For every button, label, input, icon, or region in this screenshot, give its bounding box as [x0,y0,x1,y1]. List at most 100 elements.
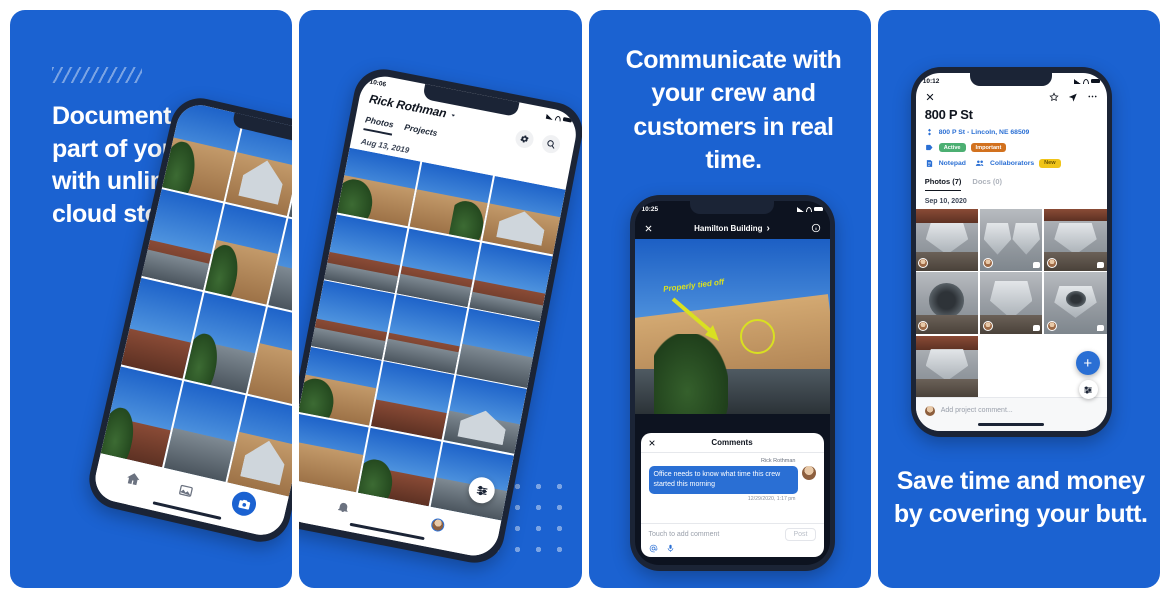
app-screenshot-gallery: Document every part of your jobs with un… [0,0,1170,598]
info-icon[interactable] [811,223,821,233]
wifi-icon [554,114,562,122]
comment-avatar [801,466,816,480]
add-button[interactable]: + [1075,351,1100,375]
photo-tile[interactable] [915,272,979,334]
wifi-icon [805,206,812,212]
status-time: 10:12 [922,77,940,85]
project-links-row: Notepad Collaborators New [925,158,1098,168]
photo-tile[interactable] [324,214,408,293]
project-address-row[interactable]: 800 P St - Lincoln, NE 68509 [925,128,1098,137]
photo-tile[interactable] [456,308,541,388]
status-badge-important[interactable]: Important [970,143,1007,153]
photo-tile[interactable] [299,347,383,426]
star-icon[interactable] [1049,91,1059,102]
photo-viewer-topbar: Hamilton Building › [634,217,830,239]
comment-tools [641,544,824,557]
photo-tile[interactable] [299,413,370,493]
post-button[interactable]: Post [785,528,816,541]
photo-tile[interactable] [383,294,468,374]
phone-mockup-3: 10:25 Hamilton Building › Properly tied … [629,195,835,571]
status-time: 10:25 [641,205,659,213]
chevron-right-icon[interactable]: › [767,223,770,234]
battery-icon [1090,78,1100,84]
photo-tile[interactable] [915,209,979,271]
project-actions [925,91,1098,102]
photo-tile[interactable] [980,272,1043,334]
tag-icon [925,144,933,151]
photo-tile[interactable] [337,147,421,227]
notepad-icon [926,159,932,167]
photo-tile[interactable] [1044,272,1107,334]
panel-save-time: Save time and money by covering your but… [877,10,1160,588]
photo-tile[interactable] [311,280,396,360]
photo-tile[interactable] [443,375,528,455]
panel-document-every-part: Document every part of your jobs with un… [10,10,293,588]
annotation-circle [739,319,775,354]
comments-panel: Comments Rick Rothman Office needs to kn… [640,433,824,557]
user-avatar [924,405,935,416]
tab-docs[interactable]: Docs (0) [972,177,1002,191]
project-title[interactable]: Hamilton Building [694,224,762,233]
photo-tile[interactable] [915,335,979,397]
battery-icon [562,116,573,123]
panel-photo-library: 10:06 Rick Rothman Photos Projects Aug 1… [299,10,582,588]
cellular-icon [796,206,804,212]
bell-icon[interactable] [336,498,351,513]
photo-tile[interactable] [1044,209,1107,271]
location-icon [927,128,931,136]
comment-input-row: Touch to add comment Post [640,523,824,544]
search-icon[interactable] [540,133,562,155]
annotation-arrow-icon [671,297,719,341]
phone-mockup-4: 10:12 800 P St 800 P St - Lincoln, NE 68… [910,67,1112,437]
status-indicators [1073,78,1100,84]
project-tags-row: Active Important [925,143,1098,153]
comments-list: Rick Rothman Office needs to know what t… [641,453,824,523]
home-indicator [978,423,1045,426]
photo-tile[interactable] [469,242,553,322]
comment-author: Rick Rothman [760,458,796,464]
project-comment-input[interactable]: Add project comment... [941,407,1013,414]
mention-icon[interactable] [649,544,658,553]
photo-tile[interactable] [396,228,481,308]
status-badge-active[interactable]: Active [938,143,966,153]
annotated-photo[interactable]: Properly tied off [634,239,830,414]
new-badge: New [1039,158,1061,168]
home-indicator [698,557,766,560]
status-time: 10:06 [369,77,387,88]
hatch-decoration [52,67,142,83]
comment-input[interactable]: Touch to add comment [649,531,720,538]
wifi-icon [1082,78,1089,84]
chevron-down-icon [452,113,456,117]
status-indicators [546,113,573,123]
gallery-icon[interactable] [178,481,196,499]
photo-grid-2 [299,147,566,521]
cellular-icon [546,113,554,120]
send-icon[interactable] [1068,92,1078,102]
status-indicators [796,206,823,212]
phone-notch [690,201,774,214]
photo-tile[interactable] [370,361,455,441]
gear-icon[interactable] [514,128,536,150]
tab-bar-4: Photos (7) Docs (0) [924,177,1098,192]
photo-tile[interactable] [482,175,566,255]
photo-tile[interactable] [980,209,1043,271]
user-avatar[interactable] [430,516,446,533]
collaborators-link[interactable]: Collaborators [990,160,1034,167]
camera-button[interactable] [229,489,259,519]
comment-item: Office needs to know what time this crew… [648,466,816,495]
notepad-link[interactable]: Notepad [939,160,966,167]
close-icon[interactable] [648,439,656,447]
date-header-4: Sep 10, 2020 [924,198,967,206]
microphone-icon[interactable] [666,544,675,553]
tab-photos[interactable]: Photos (7) [924,177,962,192]
home-icon[interactable] [124,469,142,487]
battery-icon [813,206,823,212]
more-icon[interactable] [1087,91,1098,102]
filter-button[interactable] [1078,380,1098,399]
close-icon[interactable] [925,92,935,102]
photo-tile[interactable] [358,427,442,507]
panel-communicate: Communicate with your crew and customers… [588,10,871,588]
photo-tile[interactable] [409,161,494,241]
cellular-icon [1073,78,1081,84]
close-icon[interactable] [644,224,653,233]
